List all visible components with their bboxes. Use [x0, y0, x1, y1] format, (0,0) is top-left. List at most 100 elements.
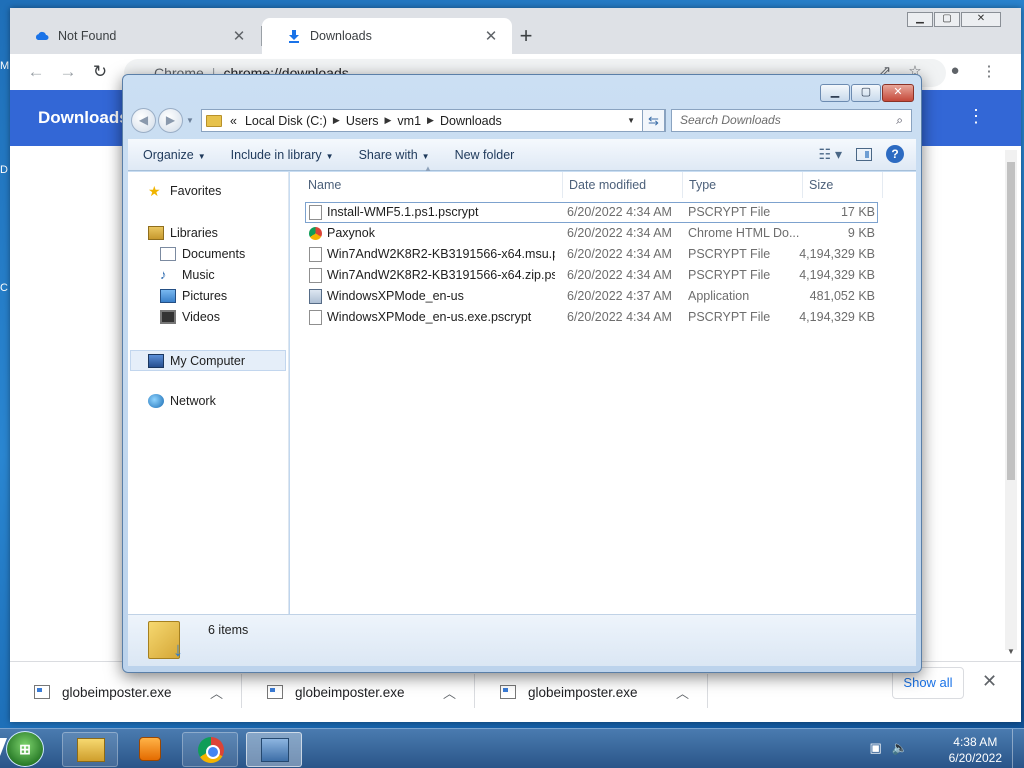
nav-item-network[interactable]: Network — [148, 394, 216, 408]
page-scrollbar[interactable]: ▼ — [1005, 150, 1017, 656]
file-type: PSCRYPT File — [688, 205, 771, 219]
nav-item-libraries[interactable]: Libraries — [148, 226, 218, 240]
file-row[interactable]: Install-WMF5.1.ps1.pscrypt 6/20/2022 4:3… — [290, 202, 916, 223]
close-tab-icon[interactable]: ✕ — [482, 27, 500, 45]
nav-label: Music — [182, 268, 215, 282]
preview-pane-icon[interactable] — [856, 147, 872, 161]
share-with-menu[interactable]: Share with ▼ — [344, 148, 440, 162]
clock[interactable]: 4:38 AM 6/20/2022 — [949, 734, 1002, 766]
tab-downloads[interactable]: Downloads ✕ — [262, 18, 512, 54]
close-tab-icon[interactable]: ✕ — [230, 27, 248, 45]
breadcrumb-local-disk[interactable]: Local Disk (C:) — [241, 114, 331, 128]
breadcrumb-vm1[interactable]: vm1 — [393, 114, 425, 128]
chevron-up-icon[interactable]: ︿ — [210, 683, 230, 702]
nav-item-my-computer[interactable]: My Computer — [130, 350, 286, 371]
menu-kebab-icon[interactable]: ⋮ — [978, 62, 1000, 80]
minimize-button[interactable]: ▁ — [907, 12, 933, 27]
nav-label: Documents — [182, 247, 246, 261]
back-arrow-icon[interactable]: ◀ — [131, 108, 156, 133]
profile-avatar-icon[interactable]: ● — [944, 62, 966, 79]
file-icon — [309, 268, 322, 283]
breadcrumb-arrow-icon[interactable]: ▶ — [425, 115, 436, 126]
nav-item-pictures[interactable]: Pictures — [160, 289, 227, 303]
recent-pages-dropdown-icon[interactable]: ▼ — [186, 108, 194, 133]
folder-icon — [77, 738, 105, 762]
volume-icon[interactable]: 🔈 — [892, 740, 908, 756]
nav-item-videos[interactable]: Videos — [160, 310, 220, 324]
system-tray: ▣ 🔈 — [870, 740, 908, 756]
forward-arrow-icon[interactable]: ▶ — [158, 108, 183, 133]
breadcrumb-arrow-icon[interactable]: ▶ — [383, 115, 394, 126]
back-arrow-icon[interactable]: ← — [24, 60, 48, 84]
tab-not-found[interactable]: Not Found ✕ — [10, 18, 262, 54]
column-header-name[interactable]: Name — [302, 172, 563, 198]
file-type: Application — [688, 289, 750, 303]
help-icon[interactable]: ? — [886, 145, 904, 163]
taskbar-computer-button[interactable] — [246, 732, 302, 767]
explorer-window: ▁ ▢ ✕ ◀ ▶ ▼ « Local Disk (C:) ▶ Users ▶ … — [122, 74, 922, 673]
chevron-up-icon[interactable]: ︿ — [676, 683, 696, 702]
nav-item-documents[interactable]: Documents — [160, 247, 245, 261]
file-date: 6/20/2022 4:34 AM — [567, 226, 672, 240]
close-button[interactable]: ✕ — [882, 84, 914, 102]
search-icon: ⌕ — [896, 113, 903, 127]
file-type: PSCRYPT File — [688, 310, 771, 324]
file-row[interactable]: Win7AndW2K8R2-KB3191566-x64.zip.psc... 6… — [290, 265, 916, 286]
column-header-date-modified[interactable]: Date modified — [563, 172, 683, 198]
breadcrumb-arrow-icon[interactable]: ▶ — [331, 115, 342, 126]
file-row[interactable]: WindowsXPMode_en-us 6/20/2022 4:37 AM Ap… — [290, 286, 916, 307]
file-size: 17 KB — [840, 205, 875, 219]
start-button[interactable]: ⊞ — [6, 731, 44, 767]
minimize-button[interactable]: ▁ — [820, 84, 850, 102]
file-name: Install-WMF5.1.ps1.pscrypt — [327, 205, 479, 219]
more-actions-icon[interactable]: ⋮ — [967, 106, 985, 127]
taskbar-chrome-button[interactable] — [182, 732, 238, 767]
show-desktop-button[interactable] — [1012, 729, 1024, 768]
maximize-button[interactable]: ▢ — [851, 84, 881, 102]
forward-arrow-icon[interactable]: → — [56, 60, 80, 84]
window-controls: ▁ ▢ ✕ — [907, 12, 1001, 27]
reload-icon[interactable]: ↻ — [88, 60, 112, 84]
breadcrumb-downloads[interactable]: Downloads — [436, 114, 506, 128]
new-tab-button[interactable]: + — [512, 22, 540, 50]
folder-icon — [206, 114, 222, 127]
breadcrumb-users[interactable]: Users — [342, 114, 383, 128]
item-count: 6 items — [208, 623, 249, 637]
maximize-button[interactable]: ▢ — [934, 12, 960, 27]
file-row[interactable]: WindowsXPMode_en-us.exe.pscrypt 6/20/202… — [290, 307, 916, 328]
include-in-library-menu[interactable]: Include in library ▼ — [216, 148, 344, 162]
exe-file-icon — [34, 685, 50, 699]
file-name: Win7AndW2K8R2-KB3191566-x64.msu.ps... — [327, 247, 555, 261]
overflow-crumb[interactable]: « — [226, 114, 241, 128]
column-header-type[interactable]: Type — [683, 172, 803, 198]
chevron-down-icon: ▼ — [421, 151, 430, 161]
file-row[interactable]: Win7AndW2K8R2-KB3191566-x64.msu.ps... 6/… — [290, 244, 916, 265]
address-dropdown-icon[interactable]: ▼ — [627, 116, 635, 125]
file-name: WindowsXPMode_en-us — [327, 289, 464, 303]
file-icon — [309, 205, 322, 220]
taskbar-explorer-button[interactable] — [62, 732, 118, 767]
file-date: 6/20/2022 4:34 AM — [567, 310, 672, 324]
file-date: 6/20/2022 4:34 AM — [567, 268, 672, 282]
column-header-size[interactable]: Size — [803, 172, 883, 198]
nav-item-music[interactable]: ♪ Music — [160, 268, 215, 283]
star-icon: ★ — [148, 183, 161, 199]
close-window-button[interactable]: ✕ — [961, 12, 1001, 27]
application-icon — [309, 289, 322, 304]
scroll-down-icon[interactable]: ▼ — [1005, 647, 1017, 656]
nav-item-favorites[interactable]: ★ Favorites — [148, 184, 221, 198]
address-bar[interactable]: « Local Disk (C:) ▶ Users ▶ vm1 ▶ Downlo… — [201, 109, 666, 132]
organize-menu[interactable]: Organize ▼ — [128, 148, 216, 162]
network-tray-icon[interactable]: ▣ — [870, 740, 882, 756]
file-row[interactable]: Paxynok 6/20/2022 4:34 AM Chrome HTML Do… — [290, 223, 916, 244]
tab-title: Downloads — [310, 29, 372, 43]
taskbar-media-player-button[interactable] — [122, 732, 178, 767]
new-folder-button[interactable]: New folder — [440, 148, 525, 162]
file-date: 6/20/2022 4:37 AM — [567, 289, 672, 303]
scrollbar-thumb[interactable] — [1007, 162, 1015, 480]
close-shelf-icon[interactable]: ✕ — [982, 671, 997, 692]
change-view-icon[interactable]: ☷ ▾ — [819, 146, 842, 163]
refresh-icon[interactable]: ⇆ — [642, 109, 665, 132]
chevron-up-icon[interactable]: ︿ — [443, 683, 463, 702]
search-input[interactable]: Search Downloads ⌕ — [671, 109, 912, 132]
